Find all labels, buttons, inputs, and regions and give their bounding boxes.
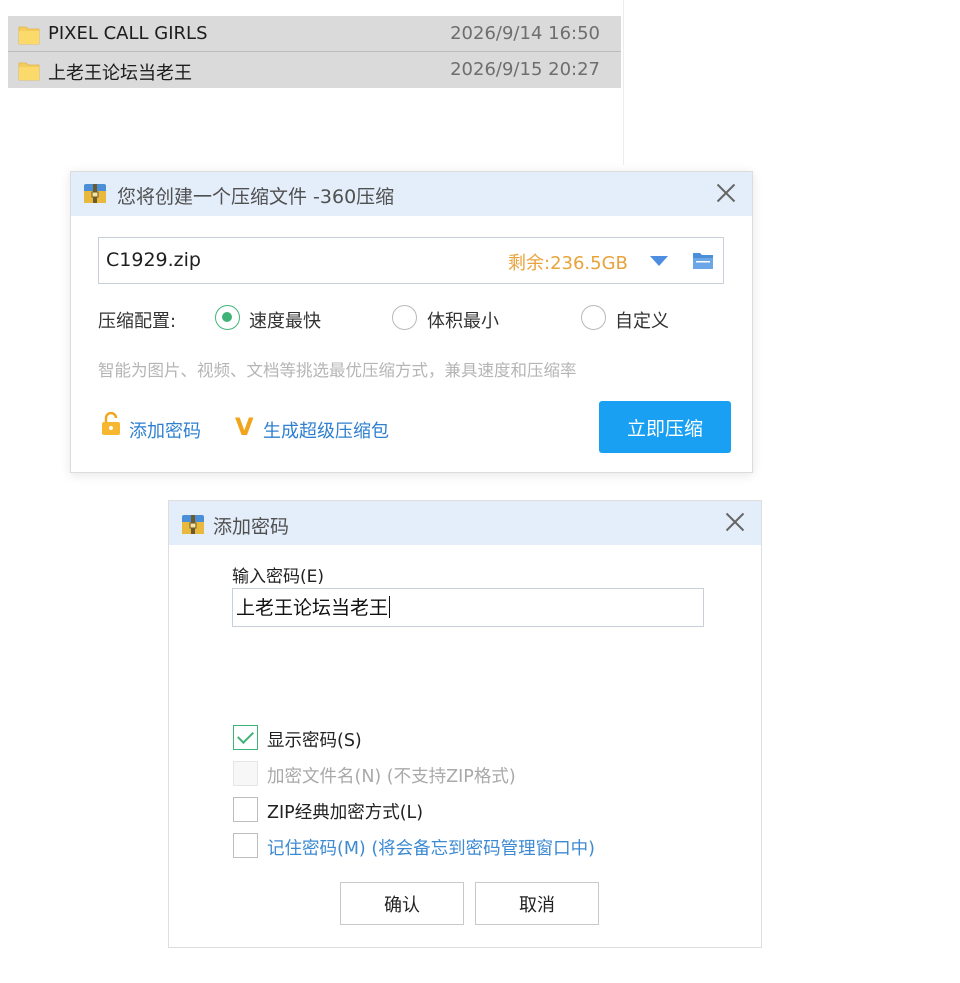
zip-classic-encryption-label[interactable]: ZIP经典加密方式(L) <box>267 799 423 824</box>
radio-label-speed-fastest[interactable]: 速度最快 <box>249 307 321 333</box>
file-name: 上老王论坛当老王 <box>48 63 192 84</box>
compress-dialog-title: 您将创建一个压缩文件 -360压缩 <box>117 186 395 208</box>
password-dialog: 添加密码 输入密码(E) 上老王论坛当老王 显示密码(S) 加密文件名(N) (… <box>168 500 762 948</box>
file-row[interactable]: PIXEL CALL GIRLS 2026/9/14 16:50 <box>8 17 621 51</box>
folder-icon <box>18 62 40 81</box>
zip-classic-encryption-checkbox[interactable] <box>233 797 258 822</box>
file-name: PIXEL CALL GIRLS <box>48 23 208 44</box>
archive-app-icon <box>84 184 106 203</box>
password-dialog-title: 添加密码 <box>213 516 290 538</box>
show-password-label[interactable]: 显示密码(S) <box>267 727 362 752</box>
super-pack-link[interactable]: 生成超级压缩包 <box>263 417 389 443</box>
file-date: 2026/9/15 20:27 <box>450 59 600 80</box>
file-row[interactable]: 上老王论坛当老王 2026/9/15 20:27 <box>8 53 621 87</box>
super-pack-icon: V <box>235 413 254 441</box>
remember-password-label[interactable]: 记住密码(M) (将会备忘到密码管理窗口中) <box>267 835 595 860</box>
password-input-label: 输入密码(E) <box>232 567 325 587</box>
password-text: 上老王论坛当老王 <box>236 597 389 619</box>
close-icon[interactable] <box>723 510 747 534</box>
radio-label-custom[interactable]: 自定义 <box>615 307 669 333</box>
archive-path-field[interactable]: C1929.zip 剩余:236.5GB <box>98 237 724 284</box>
radio-smallest-size[interactable] <box>392 305 417 330</box>
radio-speed-fastest[interactable] <box>215 305 240 330</box>
text-caret <box>389 596 391 618</box>
free-space-label: 剩余:236.5GB <box>508 253 628 274</box>
archive-path-value: C1929.zip <box>106 249 201 271</box>
cancel-button[interactable]: 取消 <box>475 882 599 925</box>
encrypt-filenames-checkbox <box>233 761 258 786</box>
folder-icon <box>18 26 40 45</box>
radio-label-smallest-size[interactable]: 体积最小 <box>427 307 499 333</box>
lock-icon <box>102 412 120 435</box>
file-list: PIXEL CALL GIRLS 2026/9/14 16:50 上老王论坛当老… <box>8 16 621 88</box>
compress-dialog-titlebar[interactable]: 您将创建一个压缩文件 -360压缩 <box>71 172 752 216</box>
encrypt-filenames-label: 加密文件名(N) (不支持ZIP格式) <box>267 767 516 787</box>
compress-hint-text: 智能为图片、视频、文档等挑选最优压缩方式，兼具速度和压缩率 <box>98 361 577 380</box>
file-date: 2026/9/14 16:50 <box>450 23 600 44</box>
password-input-value: 上老王论坛当老王 <box>236 593 391 620</box>
archive-app-icon <box>182 515 204 534</box>
close-icon[interactable] <box>714 181 738 205</box>
compress-dialog: 您将创建一个压缩文件 -360压缩 C1929.zip 剩余:236.5GB 压… <box>70 171 753 473</box>
password-dialog-titlebar[interactable]: 添加密码 <box>169 501 761 545</box>
column-separator <box>623 0 624 165</box>
confirm-button[interactable]: 确认 <box>340 882 464 925</box>
compress-now-button[interactable]: 立即压缩 <box>599 401 731 453</box>
password-input[interactable]: 上老王论坛当老王 <box>232 588 704 627</box>
compress-config-label: 压缩配置: <box>98 311 177 332</box>
show-password-checkbox[interactable] <box>233 725 258 750</box>
chevron-down-icon[interactable] <box>650 256 668 266</box>
add-password-link[interactable]: 添加密码 <box>129 417 201 443</box>
row-divider <box>8 51 621 52</box>
folder-open-icon[interactable] <box>692 251 714 271</box>
radio-custom[interactable] <box>581 305 606 330</box>
remember-password-checkbox[interactable] <box>233 833 258 858</box>
